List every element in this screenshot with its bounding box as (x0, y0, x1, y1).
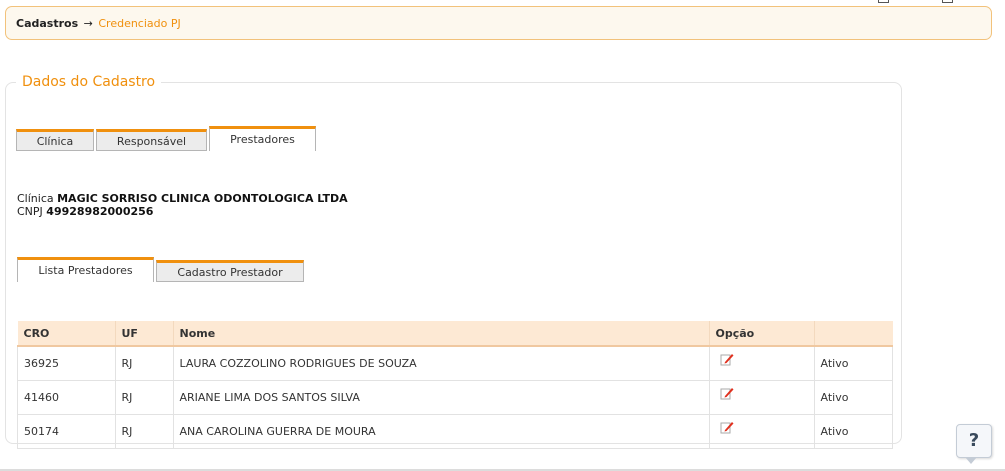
breadcrumb-current: Credenciado PJ (98, 17, 181, 30)
breadcrumb-separator: → (83, 17, 93, 30)
edit-icon[interactable] (720, 420, 734, 434)
panel-legend: Dados do Cadastro (22, 74, 156, 90)
help-icon: ? (968, 430, 980, 451)
table-row: 36925 RJ LAURA COZZOLINO RODRIGUES DE SO… (17, 346, 893, 381)
clinic-name: MAGIC SORRISO CLINICA ODONTOLOGICA LTDA (57, 192, 348, 205)
cell-opcao (709, 414, 815, 449)
breadcrumb: Cadastros → Credenciado PJ (5, 6, 992, 40)
clinic-cnpj-row: CNPJ 49928982000256 (17, 205, 348, 218)
cell-status: Ativo (814, 346, 893, 381)
print-icon[interactable] (878, 0, 889, 3)
table-row: 50174 RJ ANA CAROLINA GUERRA DE MOURA At… (17, 414, 893, 449)
cell-uf: RJ (115, 346, 174, 381)
sub-tabs: Lista Prestadores Cadastro Prestador (17, 257, 306, 282)
header-uf: UF (115, 321, 174, 347)
tab-cadastro-prestador[interactable]: Cadastro Prestador (156, 260, 304, 282)
tab-clinica[interactable]: Clínica (16, 129, 94, 151)
providers-table: CRO UF Nome Opção 36925 RJ LAURA COZZOLI… (17, 321, 893, 449)
clinic-info: Clínica MAGIC SORRISO CLINICA ODONTOLOGI… (17, 192, 348, 218)
header-nome: Nome (173, 321, 710, 347)
header-opcao: Opção (709, 321, 815, 347)
clinic-cnpj: 49928982000256 (46, 205, 154, 218)
cell-uf: RJ (115, 380, 174, 415)
cell-cro: 50174 (17, 414, 116, 449)
tab-lista-prestadores[interactable]: Lista Prestadores (17, 257, 154, 282)
main-tabs: Clínica Responsável Prestadores (16, 126, 318, 151)
cell-nome: ARIANE LIMA DOS SANTOS SILVA (173, 380, 710, 415)
cell-status: Ativo (814, 414, 893, 449)
table-header-row: CRO UF Nome Opção (17, 321, 893, 347)
breadcrumb-root[interactable]: Cadastros (16, 17, 78, 30)
cell-cro: 41460 (17, 380, 116, 415)
cell-uf: RJ (115, 414, 174, 449)
registration-panel: Dados do Cadastro Clínica Responsável Pr… (5, 74, 902, 449)
table-row: 41460 RJ ARIANE LIMA DOS SANTOS SILVA At… (17, 380, 893, 415)
clinic-name-label: Clínica (17, 192, 54, 205)
top-toolbar-icons (0, 0, 1005, 4)
edit-icon[interactable] (720, 386, 734, 400)
window-icon[interactable] (942, 0, 953, 3)
cell-status: Ativo (814, 380, 893, 415)
cell-opcao (709, 346, 815, 381)
help-button[interactable]: ? (956, 424, 992, 464)
clinic-name-row: Clínica MAGIC SORRISO CLINICA ODONTOLOGI… (17, 192, 348, 205)
header-cro: CRO (17, 321, 116, 347)
header-status (814, 321, 893, 347)
edit-icon[interactable] (720, 352, 734, 366)
cell-opcao (709, 380, 815, 415)
cell-nome: LAURA COZZOLINO RODRIGUES DE SOUZA (173, 346, 710, 381)
cnpj-label: CNPJ (17, 205, 43, 218)
cell-nome: ANA CAROLINA GUERRA DE MOURA (173, 414, 710, 449)
tab-prestadores[interactable]: Prestadores (209, 126, 316, 151)
providers-table-wrap: CRO UF Nome Opção 36925 RJ LAURA COZZOLI… (17, 321, 893, 449)
cell-cro: 36925 (17, 346, 116, 381)
tab-responsavel[interactable]: Responsável (96, 129, 207, 151)
